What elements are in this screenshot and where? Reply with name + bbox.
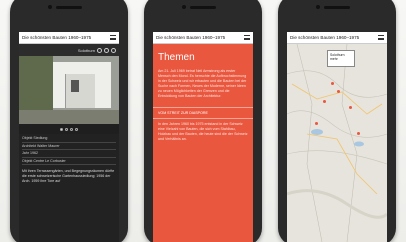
- app-title: Die schönsten Bauten 1960–1975: [156, 35, 226, 40]
- building-wing: [65, 74, 95, 108]
- popup-link[interactable]: mehr: [330, 57, 352, 61]
- meta-row: Jahr 1962: [22, 150, 116, 158]
- map-view[interactable]: Solothurn mehr: [287, 44, 387, 242]
- map-pin[interactable]: [349, 106, 352, 109]
- section-text: In den Jahren 1960 bis 1975 entstand in …: [158, 122, 248, 141]
- next-icon[interactable]: [104, 47, 109, 53]
- carousel-dot[interactable]: [70, 127, 73, 131]
- camera-icon: [316, 5, 320, 9]
- meta-row: Architekt Walter Maurer: [22, 143, 116, 151]
- page-title: Themen: [158, 52, 195, 63]
- ground: [19, 110, 119, 124]
- location-label: Solothurn: [77, 47, 95, 53]
- map-pin[interactable]: [323, 100, 326, 103]
- close-icon[interactable]: [111, 47, 116, 53]
- map-pin[interactable]: [331, 82, 334, 85]
- description-text: Mit ihren Terrassengärten, und Begegnung…: [22, 169, 115, 184]
- intro-text: Am 21. Juli 1969 betrat Neil Armstrong a…: [158, 69, 247, 98]
- app-header: Die schönsten Bauten 1960–1975: [287, 32, 387, 44]
- camera-icon: [182, 5, 186, 9]
- carousel-dot[interactable]: [60, 127, 63, 131]
- app-header: Die schönsten Bauten 1960–1975: [19, 32, 119, 44]
- showcase: Die schönsten Bauten 1960–1975 Solothurn: [0, 0, 406, 242]
- section-link[interactable]: VOM STREIT ZUR DIASPORE: [153, 107, 253, 119]
- prev-icon[interactable]: [97, 47, 102, 53]
- phone-themes: Die schönsten Bauten 1960–1975 Themen Am…: [144, 0, 262, 242]
- carousel-dot[interactable]: [65, 127, 68, 131]
- carousel-dot[interactable]: [75, 127, 78, 131]
- meta-list: Objekt Siedlung Architekt Walter Maurer …: [19, 134, 119, 166]
- meta-row: Objekt Siedlung: [22, 135, 116, 143]
- phone-map: Die schönsten Bauten 1960–1975 Solothurn…: [278, 0, 396, 242]
- menu-icon[interactable]: [244, 35, 250, 40]
- building-photo[interactable]: [19, 56, 119, 124]
- map-pin[interactable]: [357, 132, 360, 135]
- app-title: Die schönsten Bauten 1960–1975: [22, 35, 92, 40]
- map-terrain: [287, 44, 387, 242]
- map-pin[interactable]: [315, 122, 318, 125]
- app-header: Die schönsten Bauten 1960–1975: [153, 32, 253, 44]
- speaker-grille: [324, 6, 350, 9]
- screen: Die schönsten Bauten 1960–1975 Solothurn…: [287, 32, 387, 242]
- carousel-dots: [19, 124, 119, 134]
- map-pin[interactable]: [337, 90, 340, 93]
- speaker-grille: [56, 6, 82, 9]
- screen: Die schönsten Bauten 1960–1975 Solothurn: [19, 32, 119, 242]
- meta-row: Objekt Centre Le Corbusier: [22, 158, 116, 166]
- speaker-grille: [190, 6, 216, 9]
- app-title: Die schönsten Bauten 1960–1975: [290, 35, 360, 40]
- menu-icon[interactable]: [110, 35, 116, 40]
- photo-toolbar: Solothurn: [19, 44, 119, 56]
- window: [71, 80, 79, 92]
- map-popup[interactable]: Solothurn mehr: [327, 50, 355, 67]
- phone-gallery: Die schönsten Bauten 1960–1975 Solothurn: [10, 0, 128, 242]
- camera-icon: [48, 5, 52, 9]
- screen: Die schönsten Bauten 1960–1975 Themen Am…: [153, 32, 253, 242]
- menu-icon[interactable]: [378, 35, 384, 40]
